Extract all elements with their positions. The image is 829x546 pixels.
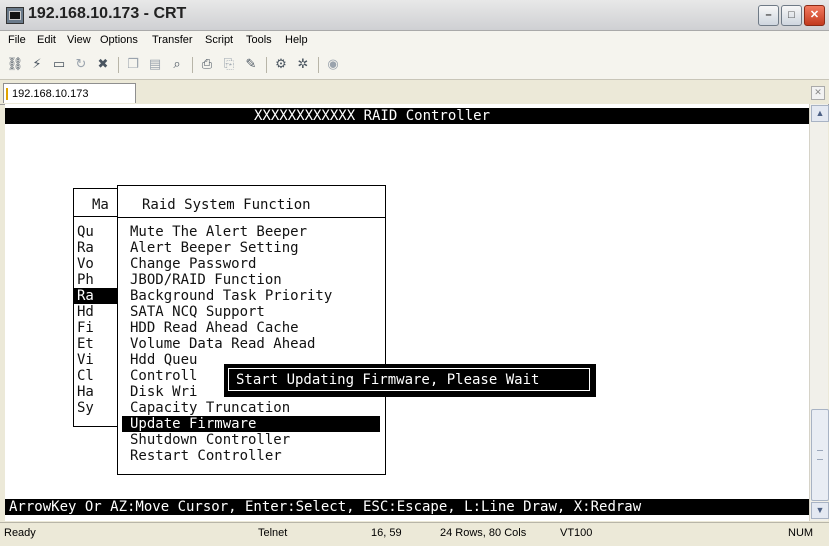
menu-bar: File Edit View Options Transfer Script T…	[0, 31, 829, 51]
terminal-footer-bar: ArrowKey Or AZ:Move Cursor, Enter:Select…	[5, 499, 809, 515]
submenu-item-background-task-priority[interactable]: Background Task Priority	[130, 288, 332, 304]
main-menu-title: Ma	[92, 197, 109, 213]
menu-options[interactable]: Options	[100, 34, 138, 46]
status-bar: Ready Telnet 16, 59 24 Rows, 80 Cols VT1…	[0, 522, 829, 546]
menu-tools[interactable]: Tools	[246, 34, 272, 46]
session-tab[interactable]: 192.168.10.173	[3, 83, 136, 103]
menu-file[interactable]: File	[8, 34, 26, 46]
print-setup-icon[interactable]: ⎘	[220, 56, 238, 74]
submenu-item-sata-ncq-support[interactable]: SATA NCQ Support	[130, 304, 265, 320]
scroll-thumb[interactable]	[811, 409, 829, 501]
raid-controller-title: XXXXXXXXXXXX RAID Controller	[254, 108, 491, 124]
minimize-button[interactable]: –	[758, 5, 779, 26]
terminal-screen[interactable]: XXXXXXXXXXXX RAID Controller Ma Qu Ra Vo…	[5, 104, 809, 521]
main-menu-item[interactable]: Ha	[77, 384, 94, 400]
global-options-icon[interactable]: ✲	[294, 56, 312, 74]
submenu-item-hdd-read-ahead-cache[interactable]: HDD Read Ahead Cache	[130, 320, 299, 336]
status-cursor-position: 16, 59	[371, 527, 402, 539]
paste-icon[interactable]: ▤	[146, 56, 164, 74]
terminal-scrollbar[interactable]: ▲ ▼	[809, 104, 829, 521]
submenu-item-change-password[interactable]: Change Password	[130, 256, 256, 272]
menu-help[interactable]: Help	[285, 34, 308, 46]
status-terminal-size: 24 Rows, 80 Cols	[440, 527, 527, 539]
submenu-item-controller[interactable]: Controll	[130, 368, 197, 384]
main-menu-item[interactable]: Vo	[77, 256, 94, 272]
disconnect-icon[interactable]: ✖	[94, 56, 112, 74]
close-button[interactable]: ✕	[804, 5, 825, 26]
status-protocol: Telnet	[258, 527, 288, 539]
scroll-up-arrow-icon[interactable]: ▲	[811, 105, 829, 122]
submenu-item-volume-data-read-ahead[interactable]: Volume Data Read Ahead	[130, 336, 315, 352]
terminal-header-bar: XXXXXXXXXXXX RAID Controller	[5, 108, 809, 124]
print-icon[interactable]: ⎙	[198, 56, 216, 74]
main-menu-item[interactable]: Sy	[77, 400, 94, 416]
main-menu-item[interactable]: Fi	[77, 320, 94, 336]
submenu-item-capacity-truncation[interactable]: Capacity Truncation	[130, 400, 290, 416]
submenu-item-mute-alert-beeper[interactable]: Mute The Alert Beeper	[130, 224, 307, 240]
submenu-item-shutdown-controller[interactable]: Shutdown Controller	[130, 432, 290, 448]
main-menu-item[interactable]: Qu	[77, 224, 94, 240]
reconnect-icon[interactable]: ↻	[72, 56, 90, 74]
connect-tab-icon[interactable]: ▭	[50, 56, 68, 74]
submenu-item-alert-beeper-setting[interactable]: Alert Beeper Setting	[130, 240, 299, 256]
status-emulation: VT100	[560, 527, 593, 539]
window-title: 192.168.10.173 - CRT	[28, 5, 187, 22]
popup-message: Start Updating Firmware, Please Wait	[228, 368, 590, 391]
main-menu-item[interactable]: Hd	[77, 304, 94, 320]
main-menu-item[interactable]: Ra	[77, 240, 94, 256]
quick-connect-icon[interactable]: ⚡	[28, 56, 46, 74]
menu-view[interactable]: View	[67, 34, 91, 46]
main-menu-item[interactable]: Vi	[77, 352, 94, 368]
menu-transfer[interactable]: Transfer	[152, 34, 193, 46]
securecrt-app-icon	[6, 7, 24, 24]
title-bar: 192.168.10.173 - CRT – □ ✕	[0, 0, 829, 31]
session-options-icon[interactable]: ⚙	[272, 56, 290, 74]
maximize-button[interactable]: □	[781, 5, 802, 26]
session-log-icon[interactable]: ✎	[242, 56, 260, 74]
submenu-item-disk-write[interactable]: Disk Wri	[130, 384, 197, 400]
menu-edit[interactable]: Edit	[37, 34, 56, 46]
submenu-title: Raid System Function	[142, 197, 311, 213]
submenu-item-jbod-raid-function[interactable]: JBOD/RAID Function	[130, 272, 282, 288]
toolbar: ⛓ ⚡ ▭ ↻ ✖ ❐ ▤ ⌕ ⎙ ⎘ ✎ ⚙ ✲ ◉	[0, 51, 829, 80]
submenu-item-update-firmware-selected[interactable]: Update Firmware	[122, 416, 380, 432]
find-icon[interactable]: ⌕	[168, 56, 186, 74]
firmware-update-popup: Start Updating Firmware, Please Wait	[224, 364, 596, 397]
connect-icon[interactable]: ⛓	[6, 56, 24, 74]
scroll-down-arrow-icon[interactable]: ▼	[811, 502, 829, 519]
main-menu-item[interactable]: Cl	[77, 368, 94, 384]
status-num-lock: NUM	[788, 527, 814, 539]
submenu-item-restart-controller[interactable]: Restart Controller	[130, 448, 282, 464]
session-tab-bar: 192.168.10.173 ✕	[0, 80, 829, 105]
main-menu-item[interactable]: Et	[77, 336, 94, 352]
menu-script[interactable]: Script	[205, 34, 233, 46]
main-menu-item[interactable]: Ph	[77, 272, 94, 288]
help-icon[interactable]: ◉	[324, 56, 342, 74]
key-help-text: ArrowKey Or AZ:Move Cursor, Enter:Select…	[9, 499, 642, 515]
status-ready: Ready	[4, 527, 36, 539]
submenu-item-hdd-queue[interactable]: Hdd Queu	[130, 352, 197, 368]
tab-close-icon[interactable]: ✕	[811, 86, 825, 100]
copy-icon[interactable]: ❐	[124, 56, 142, 74]
